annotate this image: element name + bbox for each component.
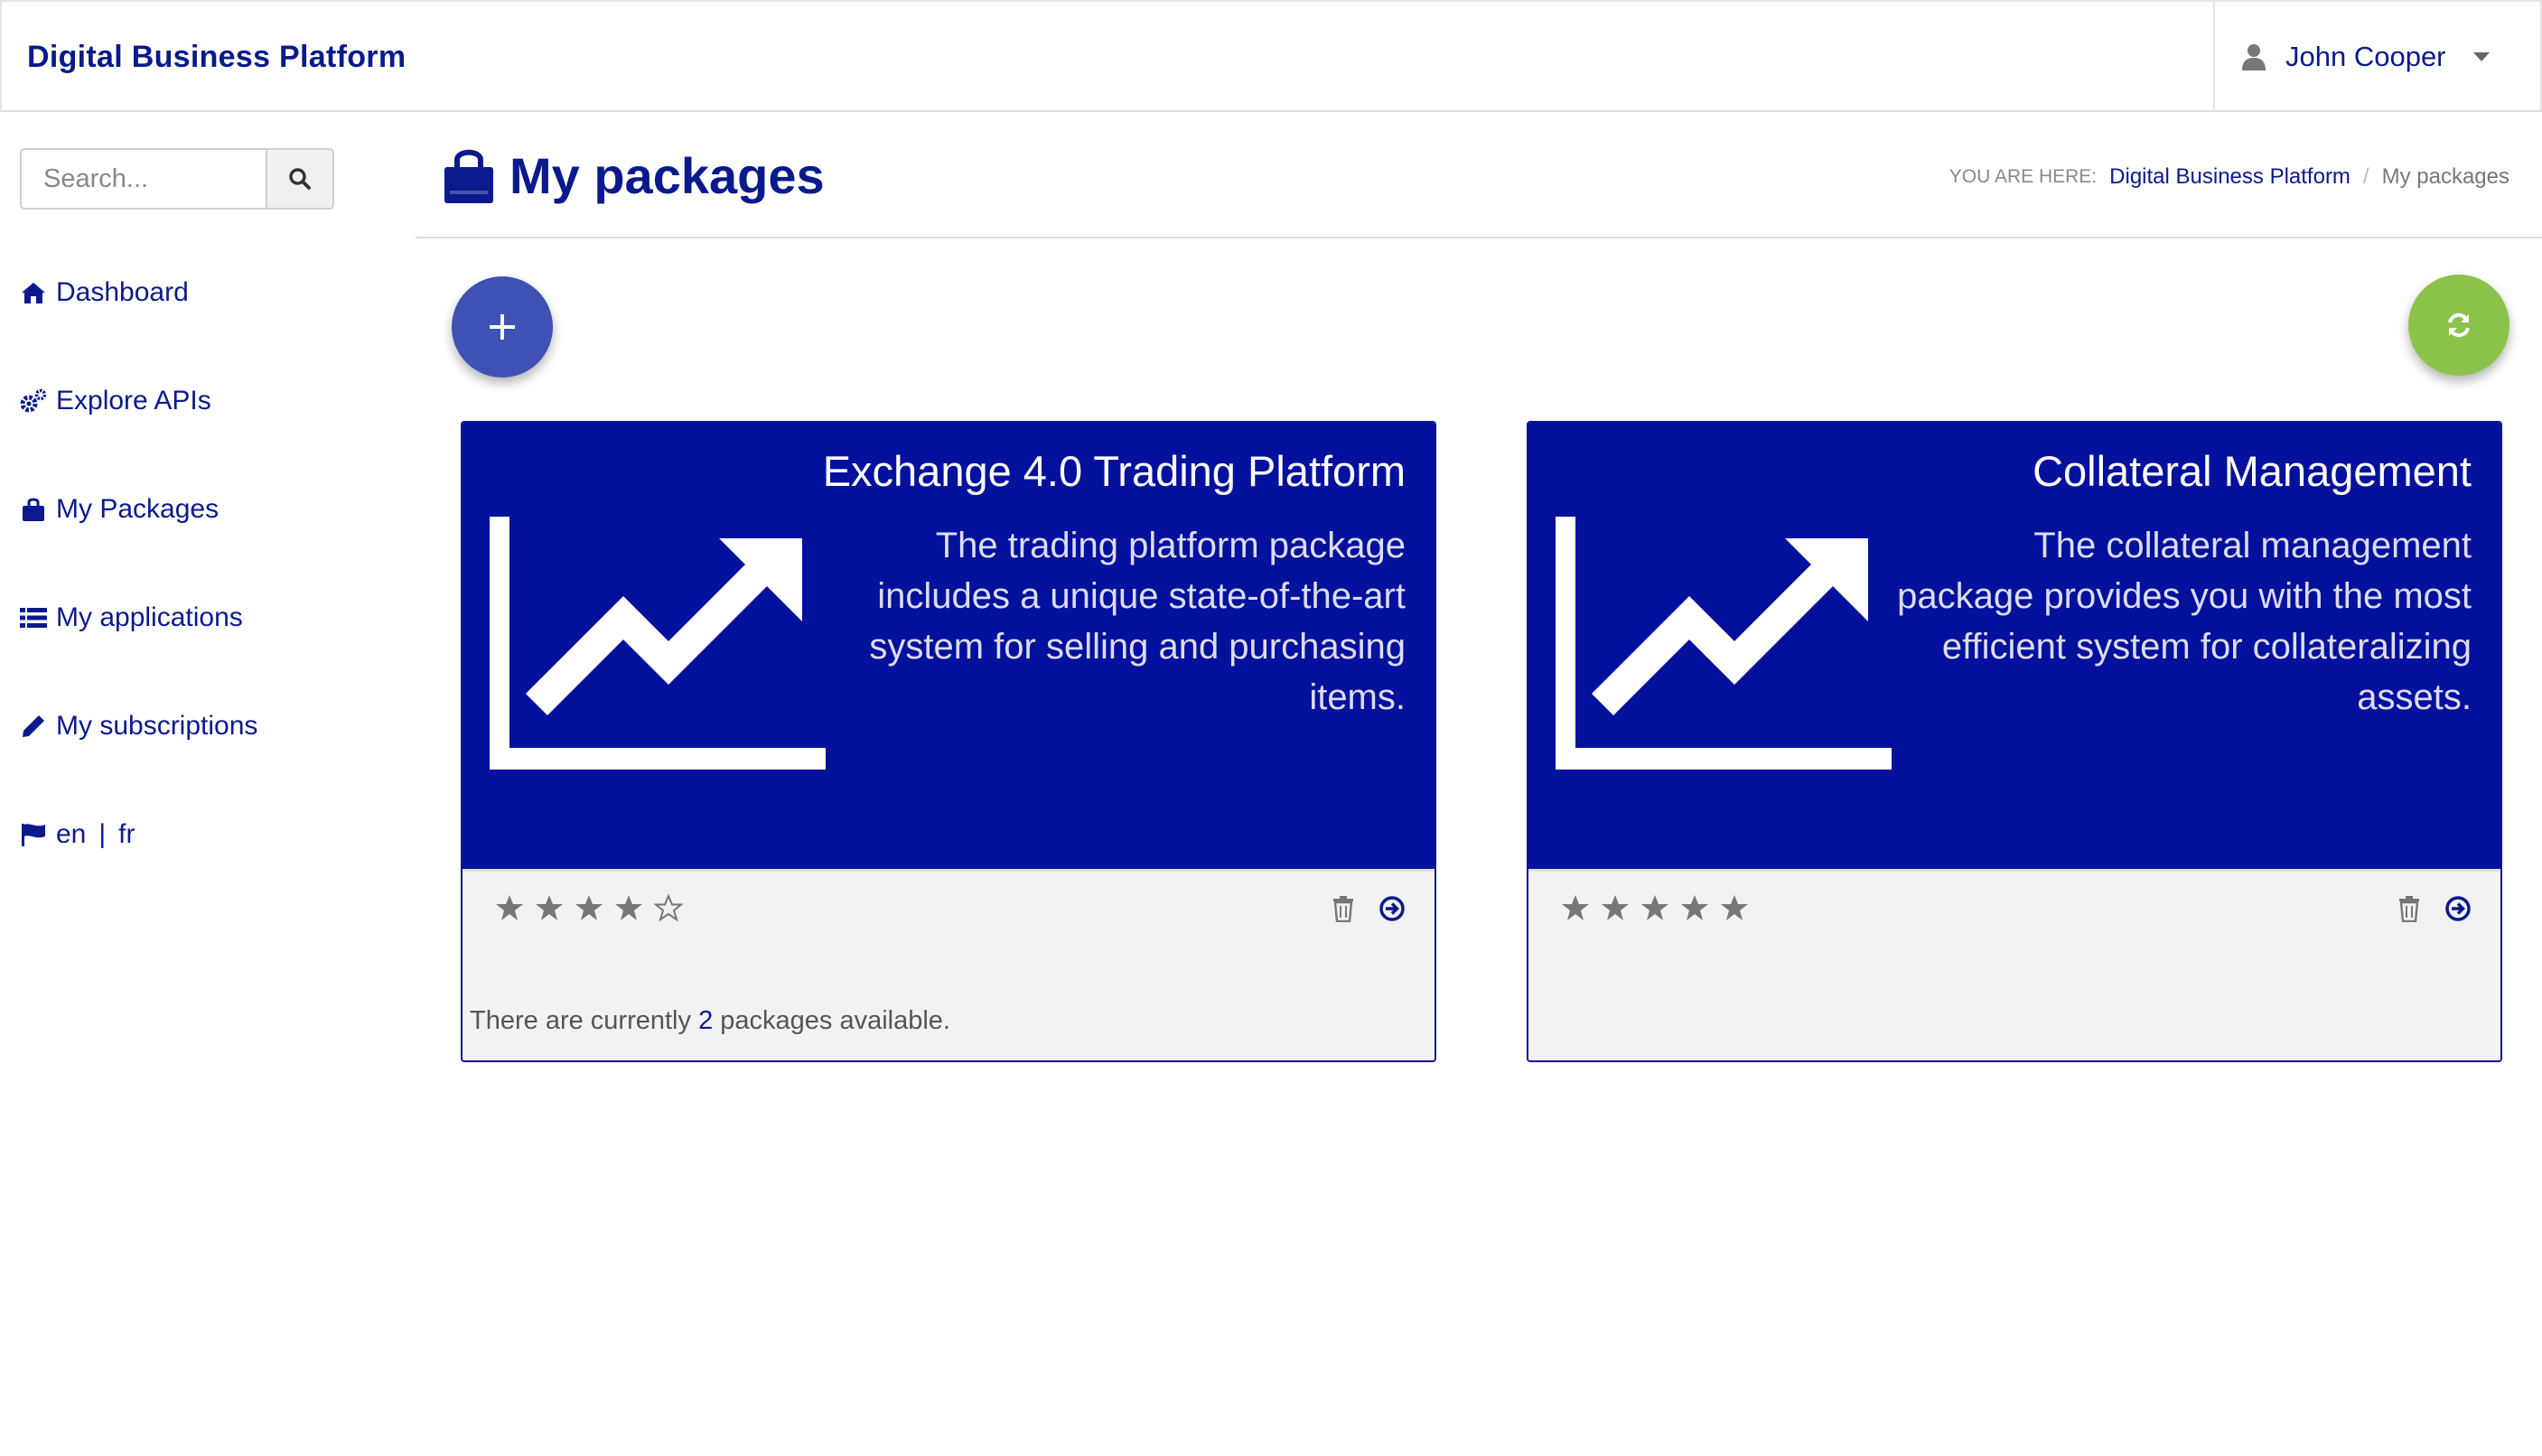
package-card-body[interactable]: Exchange 4.0 Trading Platform The tradin… <box>463 423 1435 869</box>
user-icon <box>2242 44 2266 70</box>
page-header: My packages YOU ARE HERE: Digital Busine… <box>416 112 2542 238</box>
search-input[interactable] <box>20 148 266 210</box>
star-filled-icon[interactable] <box>1720 893 1749 922</box>
user-name: John Cooper <box>2285 41 2446 72</box>
language-switcher: en | fr <box>20 780 257 889</box>
sidebar: Dashboard Explore APIs My Packages <box>0 112 416 1456</box>
breadcrumb-home-link[interactable]: Digital Business Platform <box>2109 164 2350 190</box>
page-title: My packages <box>443 146 825 205</box>
sidebar-item-label: Explore APIs <box>56 386 211 415</box>
package-description: The collateral management package provid… <box>1897 526 2472 717</box>
flag-icon <box>20 821 47 848</box>
home-icon <box>20 279 47 306</box>
brand-logo-text[interactable]: Digital Business Platform <box>27 40 406 75</box>
packages-summary: There are currently 2 packages available… <box>470 1006 950 1036</box>
language-fr-link[interactable]: fr <box>118 819 135 850</box>
shopping-bag-icon <box>444 149 493 203</box>
open-package-button[interactable] <box>1377 893 1407 924</box>
star-filled-icon[interactable] <box>1680 893 1709 922</box>
line-chart-icon <box>1556 517 1892 770</box>
sidebar-item-label: My Packages <box>56 494 220 524</box>
star-filled-icon[interactable] <box>1640 893 1669 922</box>
page-title-text: My packages <box>509 147 825 204</box>
sidebar-item-my-subscriptions[interactable]: My subscriptions <box>20 672 257 780</box>
sidebar-item-my-packages[interactable]: My Packages <box>20 455 257 564</box>
arrow-circle-right-icon <box>2445 896 2471 921</box>
arrow-circle-right-icon <box>1379 896 1405 921</box>
search-box <box>20 148 334 210</box>
pencil-icon <box>20 713 47 740</box>
list-icon <box>20 604 47 631</box>
star-empty-icon[interactable] <box>654 893 683 922</box>
refresh-icon <box>2448 313 2470 338</box>
search-button[interactable] <box>266 148 334 210</box>
trash-icon <box>1333 896 1353 922</box>
chevron-down-icon <box>2472 52 2490 61</box>
rating-stars <box>495 893 694 922</box>
breadcrumb-prefix: YOU ARE HERE: <box>1949 166 2098 187</box>
open-package-button[interactable] <box>2443 893 2473 924</box>
line-chart-icon <box>490 517 826 770</box>
delete-package-button[interactable] <box>1328 893 1359 924</box>
delete-package-button[interactable] <box>2394 893 2425 924</box>
card-actions <box>1310 893 1407 924</box>
top-navbar: Digital Business Platform John Cooper <box>0 0 2542 112</box>
sidebar-item-my-applications[interactable]: My applications <box>20 564 257 672</box>
language-en-link[interactable]: en <box>56 819 86 850</box>
sidebar-item-label: Dashboard <box>56 277 189 307</box>
cogs-icon <box>20 387 47 415</box>
sidebar-item-label: My subscriptions <box>56 711 258 741</box>
summary-prefix: There are currently <box>470 1006 691 1035</box>
sidebar-item-label: My applications <box>56 602 243 632</box>
package-card-footer <box>1528 869 2500 1060</box>
package-title: Exchange 4.0 Trading Platform <box>822 447 1406 495</box>
card-actions <box>2376 893 2473 924</box>
rating-stars <box>1561 893 1760 922</box>
search-icon <box>289 168 311 190</box>
package-card[interactable]: Collateral Management The collateral man… <box>1527 421 2502 1062</box>
package-card[interactable]: Exchange 4.0 Trading Platform The tradin… <box>461 421 1436 1062</box>
add-package-button[interactable] <box>452 276 553 378</box>
breadcrumb-current: My packages <box>2381 164 2509 189</box>
language-separator: | <box>98 819 107 849</box>
package-count: 2 <box>698 1006 714 1035</box>
star-filled-icon[interactable] <box>495 893 524 922</box>
star-filled-icon[interactable] <box>1601 893 1630 922</box>
sidebar-item-explore-apis[interactable]: Explore APIs <box>20 347 257 455</box>
package-title: Collateral Management <box>2033 447 2472 495</box>
shopping-bag-icon <box>20 496 47 523</box>
sidebar-nav: Dashboard Explore APIs My Packages My ap… <box>20 238 257 889</box>
breadcrumb: YOU ARE HERE: Digital Business Platform … <box>1949 164 2509 190</box>
user-menu[interactable]: John Cooper <box>2213 2 2526 112</box>
breadcrumb-separator: / <box>2362 164 2369 189</box>
star-filled-icon[interactable] <box>535 893 564 922</box>
package-description: The trading platform package includes a … <box>869 526 1406 717</box>
refresh-button[interactable] <box>2408 275 2509 376</box>
plus-icon <box>490 314 515 340</box>
trash-icon <box>2399 896 2419 922</box>
package-card-body[interactable]: Collateral Management The collateral man… <box>1528 423 2500 869</box>
star-filled-icon[interactable] <box>575 893 603 922</box>
star-filled-icon[interactable] <box>1561 893 1590 922</box>
star-filled-icon[interactable] <box>614 893 643 922</box>
main-content: My packages YOU ARE HERE: Digital Busine… <box>416 112 2542 1456</box>
sidebar-item-dashboard[interactable]: Dashboard <box>20 238 257 347</box>
summary-suffix: packages available. <box>720 1006 950 1035</box>
